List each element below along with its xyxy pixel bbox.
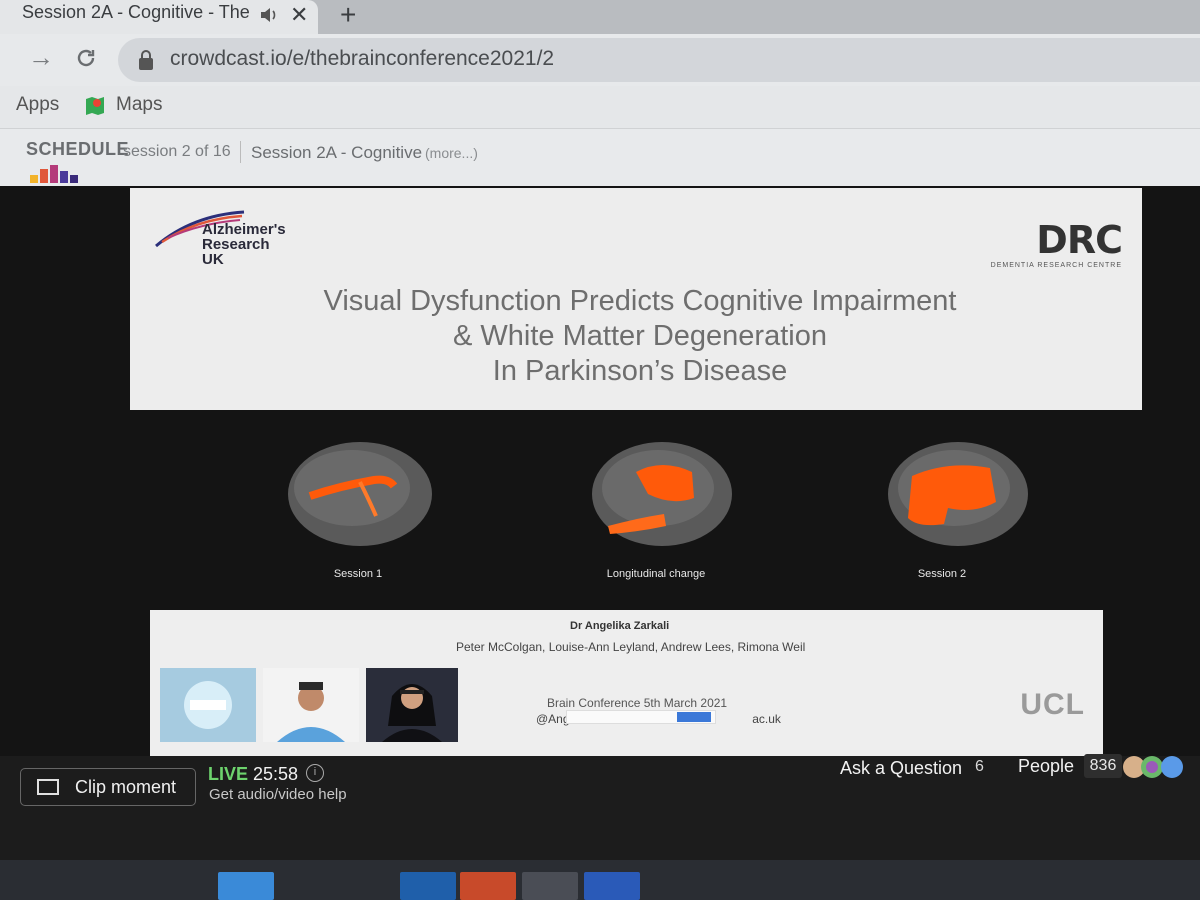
live-badge: LIVE xyxy=(208,764,249,784)
url-text[interactable]: crowdcast.io/e/thebrainconference2021/2 xyxy=(170,47,554,71)
participant-tile-1[interactable] xyxy=(160,668,256,742)
shared-screen-thumbnail xyxy=(184,681,232,729)
email-end: ac.uk xyxy=(752,712,781,726)
address-bar[interactable]: crowdcast.io/e/thebrainconference2021/2 xyxy=(118,38,1200,82)
outlook-icon[interactable] xyxy=(400,872,456,900)
word-icon[interactable] xyxy=(584,872,640,900)
speaker-icon[interactable] xyxy=(258,4,280,26)
event-controls-bar: Clip moment LIVE 25:58 i Get audio/video… xyxy=(0,754,1200,860)
brain-label-longitudinal: Longitudinal change xyxy=(606,568,706,580)
email-start: @Ang xyxy=(536,712,570,726)
audio-video-help-link[interactable]: Get audio/video help xyxy=(209,786,347,803)
ask-question-button[interactable]: Ask a Question xyxy=(840,758,962,779)
conference-date: Brain Conference 5th March 2021 xyxy=(547,696,728,710)
participant-tile-3[interactable] xyxy=(366,668,458,742)
brain-image-session-2 xyxy=(888,442,1028,546)
title-line-2: & White Matter Degeneration xyxy=(453,320,827,352)
info-icon[interactable]: i xyxy=(306,764,324,782)
participant-tile-2[interactable] xyxy=(263,668,359,742)
slide-title: Visual Dysfunction Predicts Cognitive Im… xyxy=(270,284,1010,389)
brain-label-session-1: Session 1 xyxy=(333,568,383,580)
browser-toolbar: → crowdcast.io/e/thebrainconference2021/… xyxy=(0,34,1200,86)
participant-video-2 xyxy=(277,682,345,742)
os-taskbar xyxy=(0,860,1200,900)
live-timer: 25:58 xyxy=(253,764,299,784)
schedule-bar: SCHEDULE session 2 of 16 Session 2A - Co… xyxy=(0,128,1200,186)
crowdcast-logo-icon xyxy=(30,165,78,183)
new-tab-icon[interactable]: + xyxy=(340,0,356,31)
bookmark-maps[interactable]: Maps xyxy=(116,94,162,116)
forward-arrow-icon[interactable]: → xyxy=(28,42,54,73)
slide-header: Alzheimer's Research UK DRC DEMENTIA RES… xyxy=(130,188,1142,410)
brain-figures: Session 1 Longitudinal change Session 2 xyxy=(130,412,1142,612)
close-tab-icon[interactable]: ✕ xyxy=(290,2,308,28)
bookmark-apps[interactable]: Apps xyxy=(16,94,59,116)
session-progress: session 2 of 16 xyxy=(123,143,231,160)
session-title: Session 2A - Cognitive xyxy=(251,143,423,162)
participant-video-3 xyxy=(366,668,458,742)
taskbar-app-1-icon[interactable] xyxy=(218,872,274,900)
question-count: 6 xyxy=(975,758,984,775)
ucl-logo: UCL xyxy=(1020,688,1085,721)
reload-icon[interactable] xyxy=(74,46,98,70)
author-list: Peter McColgan, Louise-Ann Leyland, Andr… xyxy=(456,640,806,654)
clip-moment-button[interactable]: Clip moment xyxy=(20,768,196,806)
lock-icon[interactable] xyxy=(136,48,156,72)
org-line3: UK xyxy=(202,251,224,268)
drc-letters: DRC xyxy=(1036,218,1123,262)
divider xyxy=(240,141,241,163)
clip-icon xyxy=(37,779,59,795)
drc-subtitle: DEMENTIA RESEARCH CENTRE xyxy=(990,262,1122,269)
schedule-label[interactable]: SCHEDULE xyxy=(26,139,129,160)
org-logo-text: Alzheimer's Research UK xyxy=(202,222,286,267)
tab-title: Session 2A - Cognitive - The xyxy=(22,2,250,22)
brain-label-session-2: Session 2 xyxy=(917,568,967,580)
active-tab[interactable]: Session 2A - Cognitive - The ✕ xyxy=(0,0,318,34)
video-stage: Alzheimer's Research UK DRC DEMENTIA RES… xyxy=(0,186,1200,756)
people-count: 836 xyxy=(1084,754,1122,778)
stop-sharing-button[interactable] xyxy=(677,712,711,722)
title-line-3: In Parkinson’s Disease xyxy=(492,355,788,387)
title-line-1: Visual Dysfunction Predicts Cognitive Im… xyxy=(323,285,957,317)
apps-grid-icon[interactable] xyxy=(0,95,14,117)
people-button[interactable]: People xyxy=(1018,756,1074,777)
org-line2: Research xyxy=(202,236,270,253)
chrome-icon[interactable] xyxy=(522,872,578,900)
brain-image-longitudinal xyxy=(592,442,732,546)
bookmarks-bar: Apps Maps xyxy=(0,86,1200,128)
clip-moment-label: Clip moment xyxy=(75,777,177,797)
browser-tabstrip: Session 2A - Cognitive - The ✕ + xyxy=(0,0,1200,34)
attendee-avatars[interactable] xyxy=(1122,750,1192,784)
brain-image-session-1 xyxy=(288,442,432,546)
more-link[interactable]: (more...) xyxy=(425,145,478,161)
powerpoint-icon[interactable] xyxy=(460,872,516,900)
presenter-name: Dr Angelika Zarkali xyxy=(570,620,670,632)
maps-icon[interactable] xyxy=(84,95,106,117)
drc-logo: DRC DEMENTIA RESEARCH CENTRE xyxy=(990,218,1123,269)
org-line1: Alzheimer's xyxy=(202,221,286,238)
screen-share-banner xyxy=(566,710,716,724)
